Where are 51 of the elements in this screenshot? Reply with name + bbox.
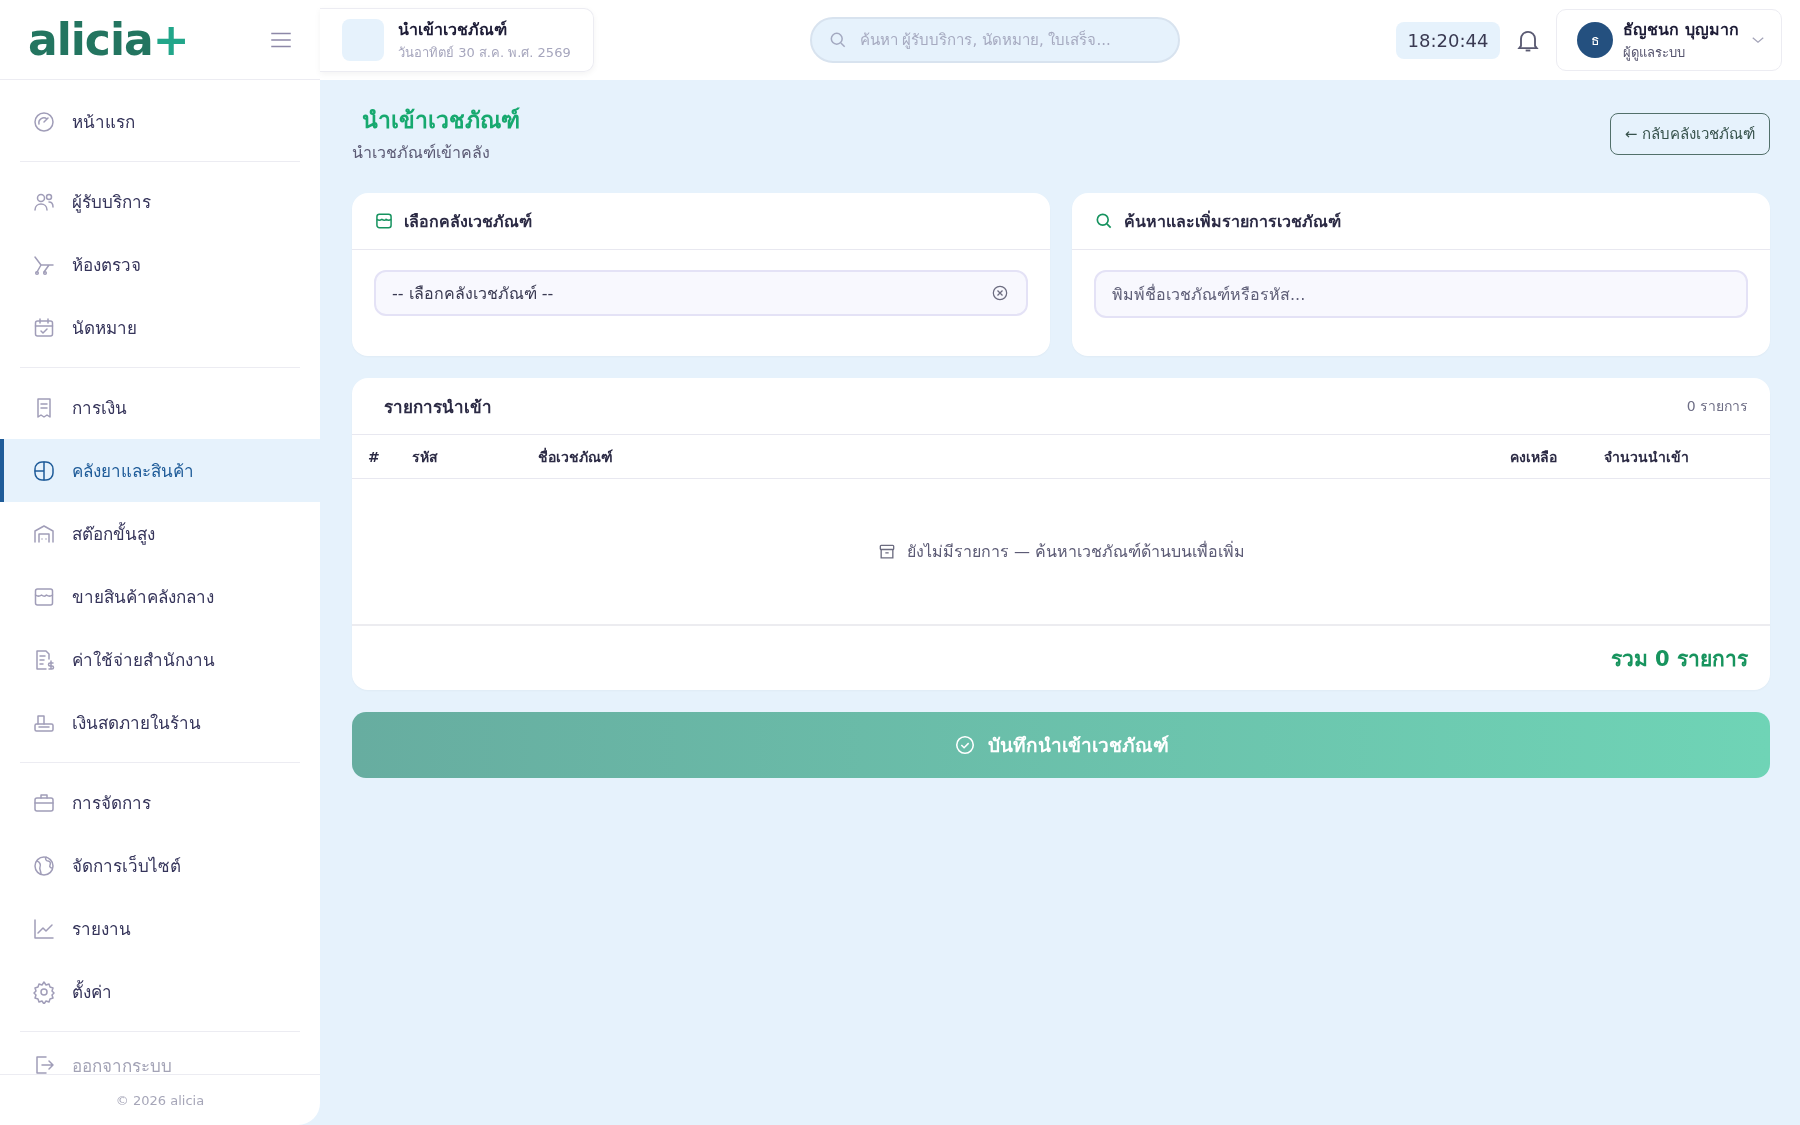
column-header: คงเหลือ: [1510, 447, 1558, 467]
sidebar-item[interactable]: ค่าใช้จ่ายสำนักงาน: [0, 628, 320, 691]
warehouse-select[interactable]: -- เลือกคลังเวชภัณฑ์ --: [374, 270, 1028, 316]
sidebar-item[interactable]: การจัดการ: [0, 771, 320, 834]
sidebar-item[interactable]: ขายสินค้าคลังกลาง: [0, 565, 320, 628]
column-header: รหัส: [412, 447, 439, 467]
page-name: นำเข้าเวชภัณฑ์: [398, 19, 508, 41]
sidebar-item[interactable]: การเงิน: [0, 376, 320, 439]
clock: 18:20:44: [1395, 21, 1501, 59]
settings-icon: [32, 979, 56, 1004]
check-circle-icon: [953, 734, 976, 756]
empty-message: ยังไม่มีรายการ — ค้นหาเวชภัณฑ์ด้านบนเพื่อเพิ่ม: [906, 540, 1246, 563]
sidebar-item[interactable]: หน้าแรก: [0, 90, 320, 153]
page-title: นำเข้าเวชภัณฑ์: [362, 106, 520, 135]
page-date: วันอาทิตย์ 30 ส.ค. พ.ศ. 2569: [398, 44, 571, 62]
column-header: #: [368, 448, 381, 465]
total: รวม 0 รายการ: [1610, 645, 1748, 673]
user-role: ผู้ดูแลระบบ: [1623, 44, 1687, 63]
page-thumbnail: [342, 19, 384, 61]
search-icon: [1094, 211, 1114, 231]
card-title: รายการนำเข้า: [384, 395, 492, 419]
sidebar-item[interactable]: จัดการเว็บไซต์: [0, 834, 320, 897]
sidebar-item[interactable]: คลังยาและสินค้า: [0, 439, 320, 502]
chart-icon: [32, 916, 56, 941]
avatar: ธ: [1577, 22, 1614, 58]
globe-icon: [32, 853, 56, 878]
back-button[interactable]: ← กลับคลังเวชภัณฑ์: [1609, 112, 1770, 155]
item-count: 0 รายการ: [1686, 397, 1748, 416]
pills-icon: [32, 458, 56, 483]
user-menu[interactable]: ธ ธัญชนก บุญมาก ผู้ดูแลระบบ: [1556, 9, 1782, 71]
sidebar-item[interactable]: รายงาน: [0, 897, 320, 960]
store-icon: [374, 211, 394, 231]
card-title: เลือกคลังเวชภัณฑ์: [404, 210, 532, 233]
sidebar-item[interactable]: เงินสดภายในร้าน: [0, 691, 320, 754]
sidebar-item[interactable]: สต๊อกขั้นสูง: [0, 502, 320, 565]
user-name: ธัญชนก บุญมาก: [1623, 19, 1739, 42]
sidebar-item[interactable]: ผู้รับบริการ: [0, 170, 320, 233]
page-subtitle: นำเวชภัณฑ์เข้าคลัง: [352, 142, 491, 164]
search-field[interactable]: ค้นหา ผู้รับบริการ, นัดหมาย, ใบเสร็จ...: [809, 17, 1180, 63]
column-header: ชื่อเวชภัณฑ์: [538, 446, 614, 467]
product-search-field[interactable]: พิมพ์ชื่อเวชภัณฑ์หรือรหัส...: [1094, 270, 1748, 318]
logo[interactable]: alicia+: [28, 14, 189, 65]
card-title: ค้นหาและเพิ่มรายการเวชภัณฑ์: [1124, 209, 1341, 233]
sidebar-item[interactable]: ห้องตรวจ: [0, 233, 320, 296]
column-header: จำนวนนำเข้า: [1604, 447, 1690, 467]
sidebar-item[interactable]: ตั้งค่า: [0, 960, 320, 1023]
clear-icon[interactable]: [990, 283, 1010, 303]
calendar-icon: [32, 315, 56, 340]
sidebar-item[interactable]: นัดหมาย: [0, 296, 320, 359]
copyright: © 2026 alicia: [115, 1092, 205, 1108]
gauge-icon: [32, 109, 56, 134]
